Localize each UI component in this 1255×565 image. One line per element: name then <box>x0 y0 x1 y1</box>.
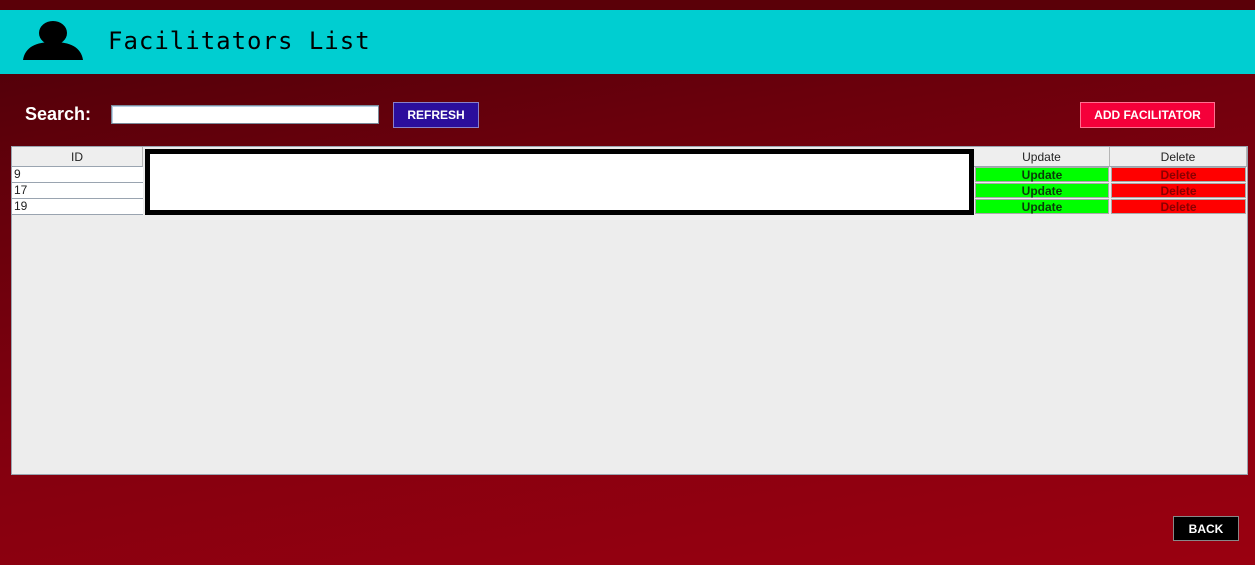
column-header-update[interactable]: Update <box>974 147 1110 167</box>
delete-button[interactable]: Delete <box>1111 167 1246 182</box>
column-header-delete[interactable]: Delete <box>1110 147 1247 167</box>
top-strip <box>0 0 1255 10</box>
search-input[interactable] <box>111 105 379 124</box>
refresh-button[interactable]: REFRESH <box>393 102 479 128</box>
update-button[interactable]: Update <box>975 167 1109 182</box>
delete-button[interactable]: Delete <box>1111 183 1246 198</box>
table-row-id[interactable]: 9 <box>12 167 143 183</box>
back-button[interactable]: BACK <box>1173 516 1239 541</box>
page-title: Facilitators List <box>108 27 371 55</box>
search-label: Search: <box>25 104 92 124</box>
column-header-id[interactable]: ID <box>12 147 143 167</box>
update-button[interactable]: Update <box>975 183 1109 198</box>
table-row-id[interactable]: 19 <box>12 199 143 215</box>
delete-button[interactable]: Delete <box>1111 199 1246 214</box>
add-facilitator-button[interactable]: ADD FACILITATOR <box>1080 102 1215 128</box>
update-button[interactable]: Update <box>975 199 1109 214</box>
redacted-region <box>145 149 974 215</box>
header-bar: Facilitators List <box>0 10 1255 74</box>
facilitators-table: ID Update Delete 9 Update Delete 17 Upda… <box>11 146 1248 475</box>
user-silhouette-icon <box>23 21 83 60</box>
table-row-id[interactable]: 17 <box>12 183 143 199</box>
